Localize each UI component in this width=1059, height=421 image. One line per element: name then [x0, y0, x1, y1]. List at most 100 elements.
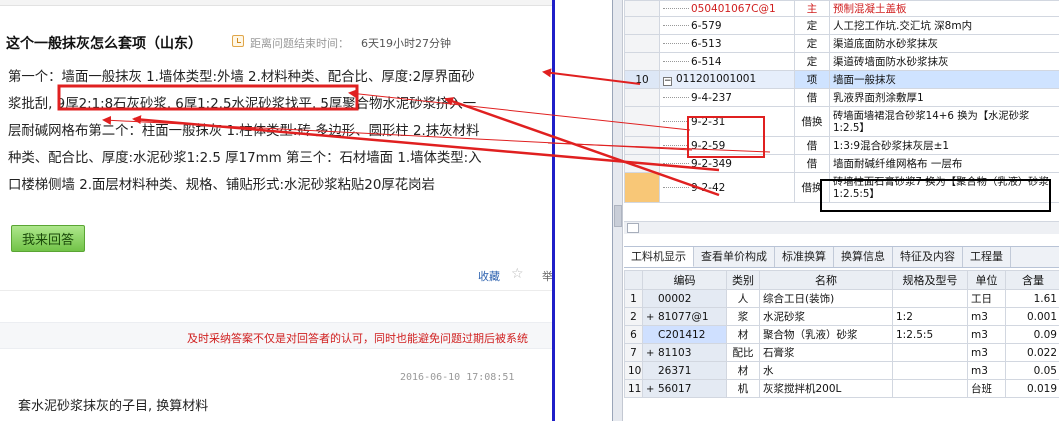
favorite-link[interactable]: 收藏 [478, 268, 500, 284]
item-row[interactable]: 6-513 定渠道底面防水砂浆抹灰 [624, 34, 1059, 53]
collapse-icon[interactable]: − [663, 77, 672, 86]
item-name: 渠道底面防水砂浆抹灰 [829, 34, 1059, 53]
column-header[interactable] [624, 270, 643, 290]
expand-icon[interactable]: + [646, 384, 658, 395]
tab-material-display[interactable]: 工料机显示 [624, 247, 694, 267]
material-code[interactable]: +81103 [642, 343, 727, 362]
material-row[interactable]: 2 +81077@1 浆水泥砂浆 1:2 m3 0.001 [624, 307, 1059, 326]
row-number: 10 [624, 70, 660, 89]
item-code[interactable]: 9-4-237 [659, 88, 795, 107]
expand-icon[interactable]: + [646, 312, 658, 323]
material-row[interactable]: 11 +56017 机灰浆搅拌机200L 台班 0.019 [624, 379, 1059, 398]
material-spec [892, 379, 968, 398]
material-unit: 工日 [967, 289, 1006, 308]
star-icon[interactable]: ☆ [511, 266, 524, 282]
horizontal-scrollbar[interactable] [624, 221, 1059, 234]
item-code[interactable]: 6-514 [659, 52, 795, 71]
material-name: 水 [759, 361, 893, 380]
item-code[interactable]: 9-2-59 [659, 136, 795, 155]
material-row[interactable]: 1 00002 人综合工日(装饰) 工日 1.61 [624, 289, 1059, 308]
tab-conversion-info[interactable]: 换算信息 [834, 247, 893, 267]
tab-features[interactable]: 特征及内容 [893, 247, 963, 267]
vertical-scrollbar[interactable] [613, 0, 623, 421]
item-row[interactable]: 050401067C@1 主预制混凝土盖板 [624, 0, 1059, 17]
column-header[interactable]: 编码 [642, 270, 727, 290]
material-category: 浆 [726, 307, 760, 326]
tab-quantity[interactable]: 工程量 [963, 247, 1011, 267]
material-code-text: 26371 [658, 364, 692, 377]
scrollbar-thumb[interactable] [614, 205, 622, 227]
column-header[interactable]: 含量 [1005, 270, 1059, 290]
item-code-text: 9-2-349 [691, 157, 732, 170]
row-number [624, 172, 660, 203]
item-code[interactable]: 9-2-31 [659, 106, 795, 137]
row-number [624, 34, 660, 53]
column-header[interactable]: 类别 [726, 270, 760, 290]
item-type: 定 [794, 34, 830, 53]
item-row[interactable]: 6-514 定渠道砖墙面防水砂浆抹灰 [624, 52, 1059, 71]
question-line: 种类、配合比、厚度:水泥砂浆1:2.5 厚17mm 第三个：石材墙面 1.墙体类… [8, 151, 482, 166]
item-code[interactable]: 6-579 [659, 16, 795, 35]
material-spec [892, 289, 968, 308]
item-row[interactable]: 9-4-237 借乳液界面剂涂敷厚1 [624, 88, 1059, 107]
item-type: 项 [794, 70, 830, 89]
material-row[interactable]: 7 +81103 配比 石膏浆 m3 0.022 [624, 343, 1059, 362]
item-code[interactable]: 050401067C@1 [659, 0, 795, 17]
item-row[interactable]: 9-2-59 借 1:3:9混合砂浆抹灰层±1 [624, 136, 1059, 155]
item-name: 1:3:9混合砂浆抹灰层±1 [829, 136, 1059, 155]
item-row[interactable]: 10−011201001001 项墙面一般抹灰 [624, 70, 1059, 89]
expand-icon[interactable]: + [646, 348, 658, 359]
row-number: 6 [624, 325, 643, 344]
item-table: 050401067C@1 主预制混凝土盖板 6-579 定人工挖工作坑.交汇坑 深8m… [624, 0, 1059, 203]
tree-connector [663, 97, 689, 98]
material-code[interactable]: 00002 [642, 289, 727, 308]
scroll-left-button[interactable] [627, 223, 639, 233]
report-link[interactable]: 举 [542, 268, 552, 284]
column-header[interactable]: 名称 [759, 270, 893, 290]
blank-gap [555, 0, 612, 421]
item-name: 人工挖工作坑.交汇坑 深8m内 [829, 16, 1059, 35]
material-row[interactable]: 6 C201412 材聚合物（乳液）砂浆 1:2.5:5 m3 0.09 [624, 325, 1059, 344]
row-number [624, 106, 660, 137]
material-quantity: 0.022 [1005, 343, 1059, 362]
material-unit: 台班 [967, 379, 1006, 398]
material-code[interactable]: +56017 [642, 379, 727, 398]
item-type: 定 [794, 52, 830, 71]
item-type: 借换 [794, 172, 830, 203]
row-number [624, 154, 660, 173]
item-row[interactable]: 9-2-42 借换 砖墙柱面石膏砂浆7 换为【聚合物（乳液）砂浆1:2.5:5】 [624, 172, 1059, 203]
material-code[interactable]: C201412 [642, 325, 727, 344]
column-header[interactable]: 单位 [967, 270, 1006, 290]
material-code-text: 56017 [658, 382, 692, 395]
clock-icon [232, 35, 244, 47]
material-quantity: 0.019 [1005, 379, 1059, 398]
answer-button[interactable]: 我来回答 [11, 225, 85, 252]
item-row[interactable]: 6-579 定人工挖工作坑.交汇坑 深8m内 [624, 16, 1059, 35]
row-number: 7 [624, 343, 643, 362]
item-code[interactable]: −011201001001 [659, 70, 795, 89]
material-name: 水泥砂浆 [759, 307, 893, 326]
qa-page: 这个一般抹灰怎么套项（山东） 距离问题结束时间： 6天19小时27分钟 第一个：… [0, 0, 552, 421]
column-header[interactable]: 规格及型号 [892, 270, 968, 290]
row-number [624, 88, 660, 107]
item-code-text: 011201001001 [676, 73, 757, 85]
material-code[interactable]: 26371 [642, 361, 727, 380]
material-name: 石膏浆 [759, 343, 893, 362]
item-row[interactable]: 9-2-31 借换 砖墙面墙裙混合砂浆14+6 换为【水泥砂浆1:2.5】 [624, 106, 1059, 137]
material-code[interactable]: +81077@1 [642, 307, 727, 326]
tab-standard-conversion[interactable]: 标准换算 [775, 247, 834, 267]
item-code-text: 6-579 [691, 19, 722, 32]
tab-unit-price[interactable]: 查看单价构成 [694, 247, 775, 267]
row-number [624, 16, 660, 35]
item-type: 借 [794, 154, 830, 173]
item-row[interactable]: 9-2-349 借墙面耐碱纤维网格布 一层布 [624, 154, 1059, 173]
item-code[interactable]: 6-513 [659, 34, 795, 53]
item-code[interactable]: 9-2-42 [659, 172, 795, 203]
item-code[interactable]: 9-2-349 [659, 154, 795, 173]
tree-connector [663, 163, 689, 164]
material-spec [892, 361, 968, 380]
material-quantity: 1.61 [1005, 289, 1059, 308]
material-row[interactable]: 10 26371 材水 m3 0.05 [624, 361, 1059, 380]
material-category: 材 [726, 325, 760, 344]
material-name: 灰浆搅拌机200L [759, 379, 893, 398]
